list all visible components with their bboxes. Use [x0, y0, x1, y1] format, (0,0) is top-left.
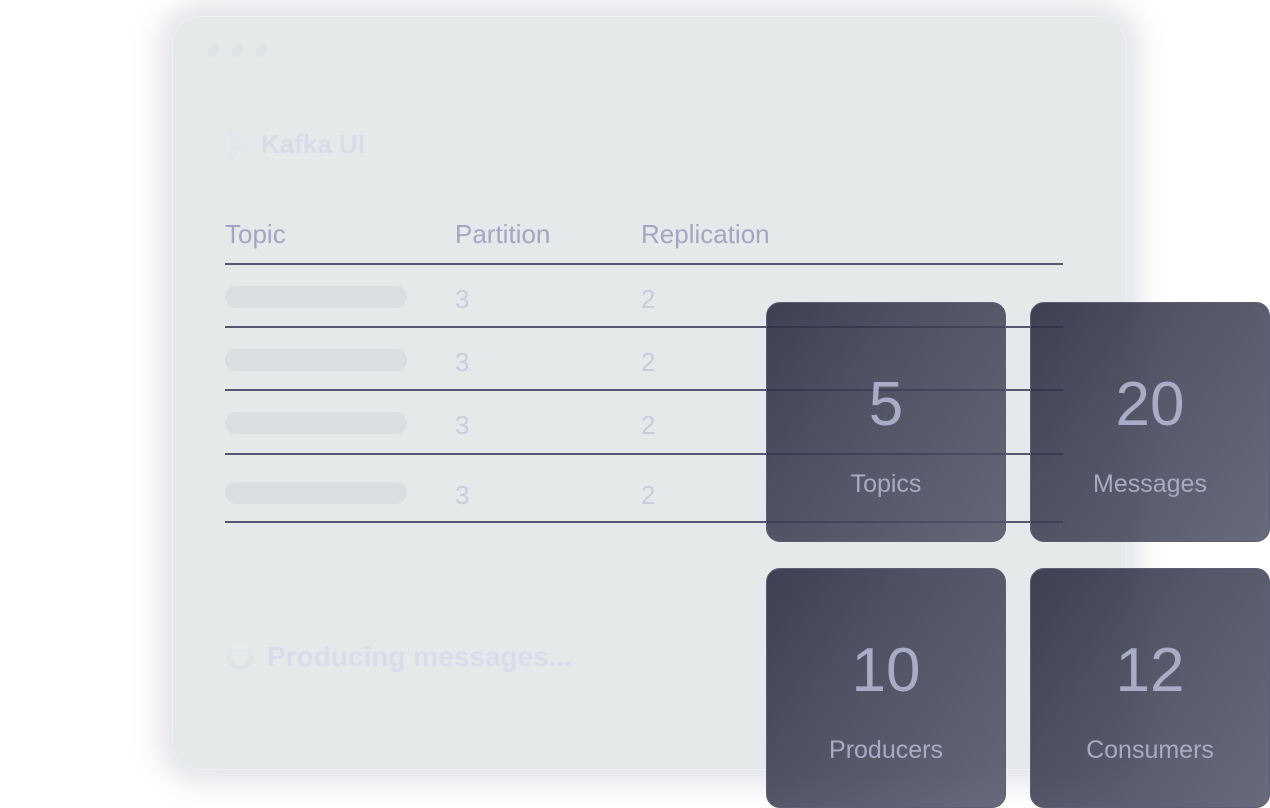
stat-label-messages: Messages	[1093, 470, 1207, 498]
topic-name-placeholder	[225, 412, 407, 434]
stat-value-messages: 20	[1115, 370, 1185, 439]
table-header: Topic Partition Replication	[225, 213, 1063, 265]
stat-label-producers: Producers	[829, 736, 943, 764]
stat-label-consumers: Consumers	[1086, 736, 1214, 764]
window-minimize-dot[interactable]	[231, 45, 243, 57]
stat-value-consumers: 12	[1115, 636, 1185, 705]
spinner-icon	[227, 644, 253, 670]
stat-value-topics: 5	[868, 370, 904, 439]
stat-card-producers[interactable]: 10 Producers	[766, 568, 1006, 808]
column-header-topic[interactable]: Topic	[225, 219, 286, 250]
partition-cell: 3	[455, 284, 470, 314]
window-maximize-dot[interactable]	[255, 45, 267, 57]
kafka-logo-icon	[227, 131, 245, 158]
partition-cell: 3	[455, 410, 470, 440]
producing-status: Producing messages...	[227, 641, 572, 673]
stat-label-topics: Topics	[850, 470, 922, 498]
column-header-partition[interactable]: Partition	[455, 219, 550, 250]
column-header-replication[interactable]: Replication	[641, 219, 770, 250]
partition-cell: 3	[455, 347, 470, 377]
stat-card-messages[interactable]: 20 Messages	[1030, 302, 1270, 542]
replication-cell: 2	[641, 480, 656, 510]
topic-name-placeholder	[225, 286, 407, 308]
replication-cell: 2	[641, 410, 656, 440]
topic-name-placeholder	[225, 349, 407, 371]
partition-cell: 3	[455, 480, 470, 510]
stat-card-consumers[interactable]: 12 Consumers	[1030, 568, 1270, 808]
topic-name-placeholder	[225, 482, 407, 504]
stat-card-topics[interactable]: 5 Topics	[766, 302, 1006, 542]
app-title: Kafka UI	[261, 129, 366, 159]
window-close-dot[interactable]	[207, 45, 219, 57]
app-header: Kafka UI	[227, 129, 365, 160]
replication-cell: 2	[641, 284, 656, 314]
replication-cell: 2	[641, 347, 656, 377]
producing-status-text: Producing messages...	[267, 641, 572, 672]
stat-value-producers: 10	[851, 636, 921, 705]
window-controls	[207, 45, 267, 57]
